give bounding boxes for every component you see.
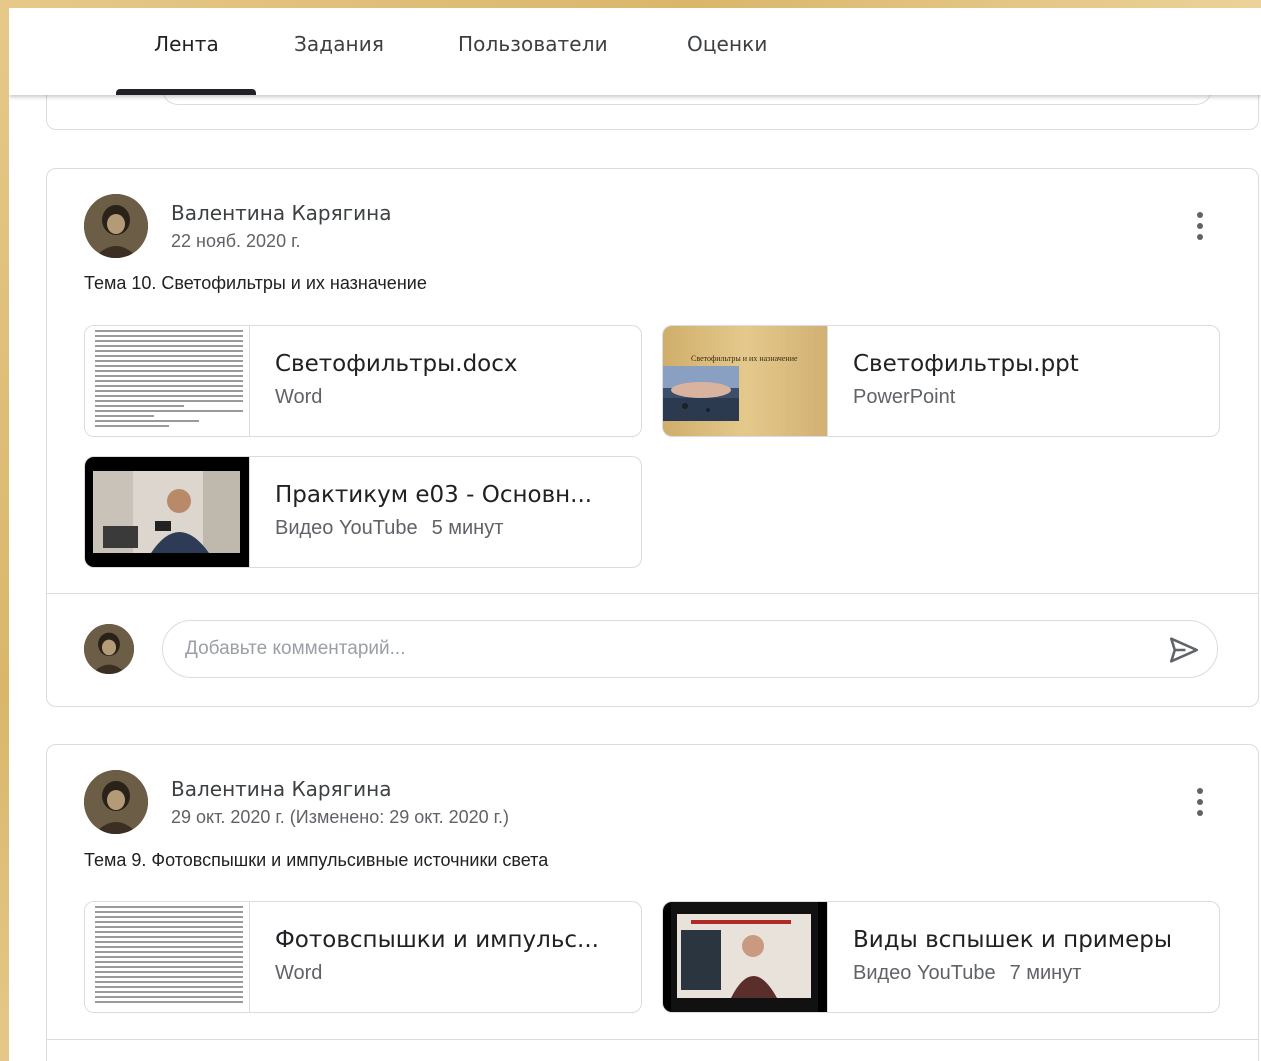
slide-image — [663, 366, 739, 421]
active-tab-indicator — [116, 89, 256, 95]
video-thumbnail — [663, 902, 828, 1012]
attachment-title: Светофильтры.docx — [275, 351, 518, 377]
video-frame — [671, 902, 818, 1012]
divider — [47, 593, 1258, 594]
video-thumbnail — [85, 457, 250, 567]
author-name: Валентина Карягина — [171, 777, 392, 801]
more-vert-icon[interactable] — [1185, 204, 1215, 248]
attachment-type: Word — [275, 962, 323, 984]
post-date: 29 окт. 2020 г. (Изменено: 29 окт. 2020 … — [171, 807, 510, 827]
tab-assignments[interactable]: Задания — [294, 32, 384, 56]
avatar[interactable] — [84, 770, 148, 834]
author-name: Валентина Карягина — [171, 201, 392, 225]
classroom-stream: Лента Задания Пользователи Оценки Валент… — [9, 8, 1261, 1061]
attachment-type: Видео YouTube — [275, 517, 418, 539]
tab-grades[interactable]: Оценки — [687, 32, 767, 56]
presentation-thumbnail: Светофильтры и их назначение — [663, 326, 828, 436]
slide-title: Светофильтры и их назначение — [691, 354, 798, 363]
attachment-title: Фотовспышки и импульс... — [275, 927, 599, 953]
attachment-meta: Видео YouTube 5 минут — [275, 517, 503, 540]
video-duration: 5 минут — [431, 517, 504, 539]
video-duration: 7 минут — [1009, 962, 1082, 984]
post-date: 22 нояб. 2020 г. — [171, 231, 301, 251]
attachment-meta: Видео YouTube 7 минут — [853, 962, 1081, 985]
attachment-card[interactable]: Виды вспышек и примеры Видео YouTube 7 ми… — [662, 901, 1220, 1013]
post-card: Валентина Карягина 22 нояб. 2020 г. Тема… — [46, 168, 1259, 707]
tab-people[interactable]: Пользователи — [458, 32, 608, 56]
current-user-avatar[interactable] — [84, 624, 134, 674]
comment-input[interactable] — [185, 635, 1135, 663]
attachment-title: Светофильтры.ppt — [853, 351, 1079, 377]
attachment-card[interactable]: Практикум е03 - Основн... Видео YouTube 5… — [84, 456, 642, 568]
avatar-image — [84, 770, 148, 834]
avatar-image — [84, 624, 134, 674]
document-thumbnail — [85, 326, 250, 436]
document-thumbnail — [85, 902, 250, 1012]
post-card: Валентина Карягина 29 окт. 2020 г. (Изме… — [46, 744, 1259, 1061]
send-icon[interactable] — [1167, 633, 1201, 667]
divider — [47, 1039, 1258, 1040]
attachment-card[interactable]: Светофильтры и их назначение Светофильтр… — [662, 325, 1220, 437]
comment-input-wrapper — [162, 620, 1218, 678]
avatar-image — [84, 194, 148, 258]
avatar[interactable] — [84, 194, 148, 258]
attachment-type: PowerPoint — [853, 386, 956, 408]
post-text: Тема 10. Светофильтры и их назначение — [84, 273, 427, 293]
post-text: Тема 9. Фотовспышки и импульсивные источ… — [84, 850, 549, 870]
attachment-type: Видео YouTube — [853, 962, 996, 984]
more-vert-icon[interactable] — [1185, 780, 1215, 824]
tabs-bar: Лента Задания Пользователи Оценки — [9, 8, 1261, 95]
attachment-type: Word — [275, 386, 323, 408]
tab-stream[interactable]: Лента — [154, 32, 219, 56]
attachment-title: Практикум е03 - Основн... — [275, 482, 593, 508]
attachment-card[interactable]: Светофильтры.docx Word — [84, 325, 642, 437]
attachment-title: Виды вспышек и примеры — [853, 927, 1173, 953]
video-frame — [93, 471, 240, 553]
attachment-card[interactable]: Фотовспышки и импульс... Word — [84, 901, 642, 1013]
